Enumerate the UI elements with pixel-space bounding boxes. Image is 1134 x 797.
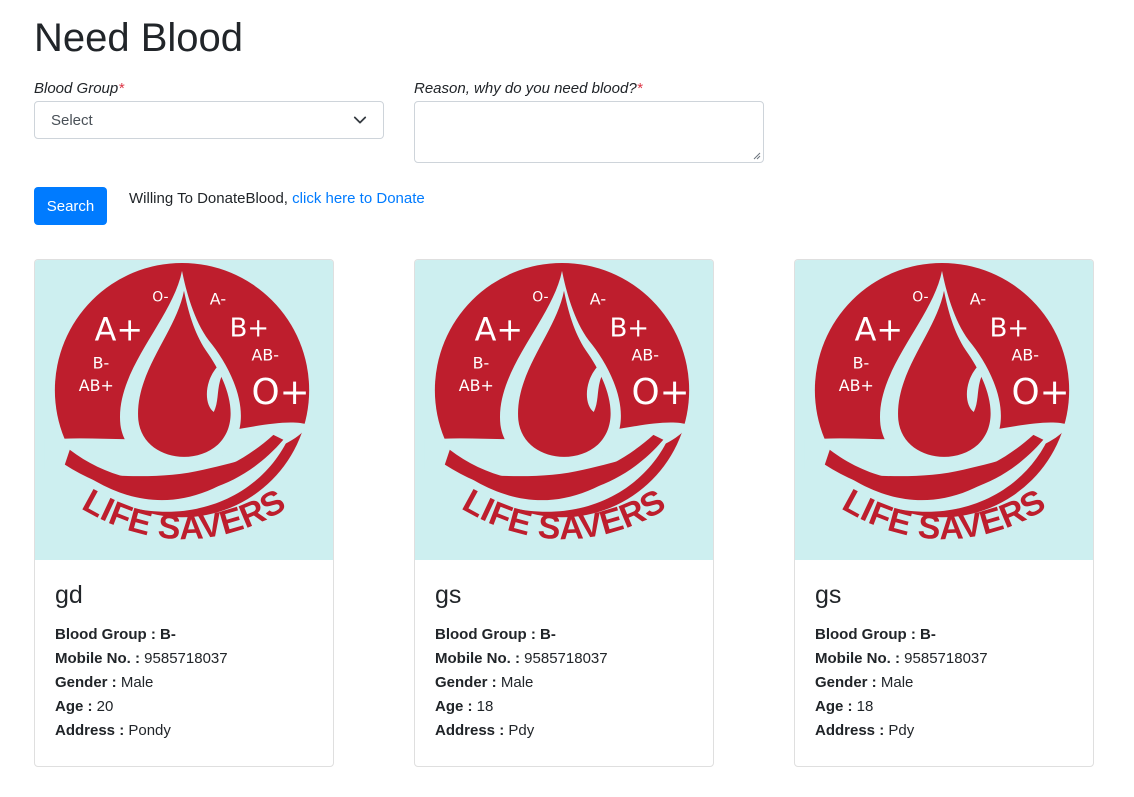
blood-group-text: B- xyxy=(473,353,490,372)
blood-group-line: Blood Group : B- xyxy=(815,623,1073,647)
blood-group-text: O+ xyxy=(1012,372,1070,413)
blood-group-text: A+ xyxy=(475,312,523,348)
life-savers-logo: O- A- A+ B+ B- AB- AB+ O+ LIFE SAVERS xyxy=(415,260,713,560)
blood-group-select-value: Select xyxy=(51,111,93,129)
gender-value: Male xyxy=(880,674,914,691)
gender-label: Gender : xyxy=(55,674,117,691)
mobile-line: Mobile No. : 9585718037 xyxy=(815,647,1073,671)
resize-grip-icon[interactable] xyxy=(751,150,761,160)
age-value: 18 xyxy=(856,698,874,715)
address-line: Address : Pdy xyxy=(435,719,693,743)
card-body: gd Blood Group : B- Mobile No. : 9585718… xyxy=(35,560,333,763)
mobile-value: 9585718037 xyxy=(524,650,608,667)
blood-group-text: O- xyxy=(152,290,168,306)
blood-group-label-text: Blood Group xyxy=(34,80,119,97)
blood-group-text: O+ xyxy=(632,372,690,413)
age-label: Age : xyxy=(55,698,93,715)
life-savers-logo: O- A- A+ B+ B- AB- AB+ O+ LIFE SAVERS xyxy=(35,260,333,560)
blood-group-text: AB- xyxy=(632,345,659,364)
mobile-line: Mobile No. : 9585718037 xyxy=(435,647,693,671)
blood-group-value: B- xyxy=(919,626,936,643)
gender-value: Male xyxy=(500,674,534,691)
search-button[interactable]: Search xyxy=(34,187,107,225)
blood-group-text: AB+ xyxy=(79,376,114,395)
address-value: Pdy xyxy=(508,722,535,739)
mobile-label: Mobile No. : xyxy=(435,650,520,667)
age-value: 18 xyxy=(476,698,494,715)
donate-prompt: Willing To DonateBlood, click here to Do… xyxy=(129,190,425,207)
donor-card: O- A- A+ B+ B- AB- AB+ O+ LIFE SAVERS gd… xyxy=(34,259,334,767)
reason-label: Reason, why do you need blood?* xyxy=(414,80,643,97)
address-line: Address : Pdy xyxy=(815,719,1073,743)
blood-group-text: AB+ xyxy=(459,376,494,395)
page-title: Need Blood xyxy=(34,16,244,60)
donor-name: gs xyxy=(435,581,462,609)
required-mark: * xyxy=(636,80,643,97)
address-line: Address : Pondy xyxy=(55,719,313,743)
card-body: gs Blood Group : B- Mobile No. : 9585718… xyxy=(795,560,1093,763)
blood-group-line: Blood Group : B- xyxy=(435,623,693,647)
blood-group-line: Blood Group : B- xyxy=(55,623,313,647)
chevron-down-icon xyxy=(353,116,367,124)
age-line: Age : 20 xyxy=(55,695,313,719)
card-body: gs Blood Group : B- Mobile No. : 9585718… xyxy=(415,560,713,763)
blood-group-label: Blood Group* xyxy=(34,80,124,97)
blood-group-text: A- xyxy=(970,290,986,309)
age-label: Age : xyxy=(435,698,473,715)
address-label: Address : xyxy=(55,722,125,739)
donor-name: gs xyxy=(815,581,842,609)
required-mark: * xyxy=(118,80,125,97)
blood-group-label: Blood Group : xyxy=(55,626,156,643)
address-label: Address : xyxy=(435,722,505,739)
address-value: Pondy xyxy=(128,722,171,739)
blood-group-text: AB- xyxy=(252,345,279,364)
blood-group-text: AB+ xyxy=(839,376,874,395)
life-savers-logo: O- A- A+ B+ B- AB- AB+ O+ LIFE SAVERS xyxy=(795,260,1093,560)
gender-line: Gender : Male xyxy=(815,671,1073,695)
age-value: 20 xyxy=(96,698,114,715)
donate-text: Willing To DonateBlood, xyxy=(129,190,288,207)
mobile-value: 9585718037 xyxy=(904,650,988,667)
blood-group-text: A+ xyxy=(95,312,143,348)
blood-group-text: O- xyxy=(532,290,548,306)
donate-link[interactable]: click here to Donate xyxy=(292,190,425,207)
mobile-label: Mobile No. : xyxy=(815,650,900,667)
age-line: Age : 18 xyxy=(435,695,693,719)
blood-group-text: A- xyxy=(590,290,606,309)
gender-value: Male xyxy=(120,674,154,691)
blood-group-text: AB- xyxy=(1012,345,1039,364)
gender-line: Gender : Male xyxy=(435,671,693,695)
blood-group-text: O+ xyxy=(252,372,310,413)
blood-group-text: A- xyxy=(210,290,226,309)
blood-group-text: A+ xyxy=(855,312,903,348)
blood-group-value: B- xyxy=(159,626,176,643)
gender-label: Gender : xyxy=(815,674,877,691)
mobile-value: 9585718037 xyxy=(144,650,228,667)
blood-group-select[interactable]: Select xyxy=(34,101,384,139)
blood-group-label: Blood Group : xyxy=(815,626,916,643)
blood-group-text: B+ xyxy=(230,313,269,343)
address-label: Address : xyxy=(815,722,885,739)
donor-card: O- A- A+ B+ B- AB- AB+ O+ LIFE SAVERS gs… xyxy=(794,259,1094,767)
reason-textarea[interactable] xyxy=(414,101,764,163)
blood-group-label: Blood Group : xyxy=(435,626,536,643)
blood-group-text: B+ xyxy=(990,313,1029,343)
gender-label: Gender : xyxy=(435,674,497,691)
address-value: Pdy xyxy=(888,722,915,739)
mobile-label: Mobile No. : xyxy=(55,650,140,667)
blood-group-text: B- xyxy=(93,353,110,372)
blood-group-text: B+ xyxy=(610,313,649,343)
blood-group-text: O- xyxy=(912,290,928,306)
gender-line: Gender : Male xyxy=(55,671,313,695)
donor-name: gd xyxy=(55,581,83,609)
donor-card: O- A- A+ B+ B- AB- AB+ O+ LIFE SAVERS gs… xyxy=(414,259,714,767)
blood-group-text: B- xyxy=(853,353,870,372)
age-line: Age : 18 xyxy=(815,695,1073,719)
mobile-line: Mobile No. : 9585718037 xyxy=(55,647,313,671)
reason-label-text: Reason, why do you need blood? xyxy=(414,80,637,97)
age-label: Age : xyxy=(815,698,853,715)
blood-group-value: B- xyxy=(539,626,556,643)
